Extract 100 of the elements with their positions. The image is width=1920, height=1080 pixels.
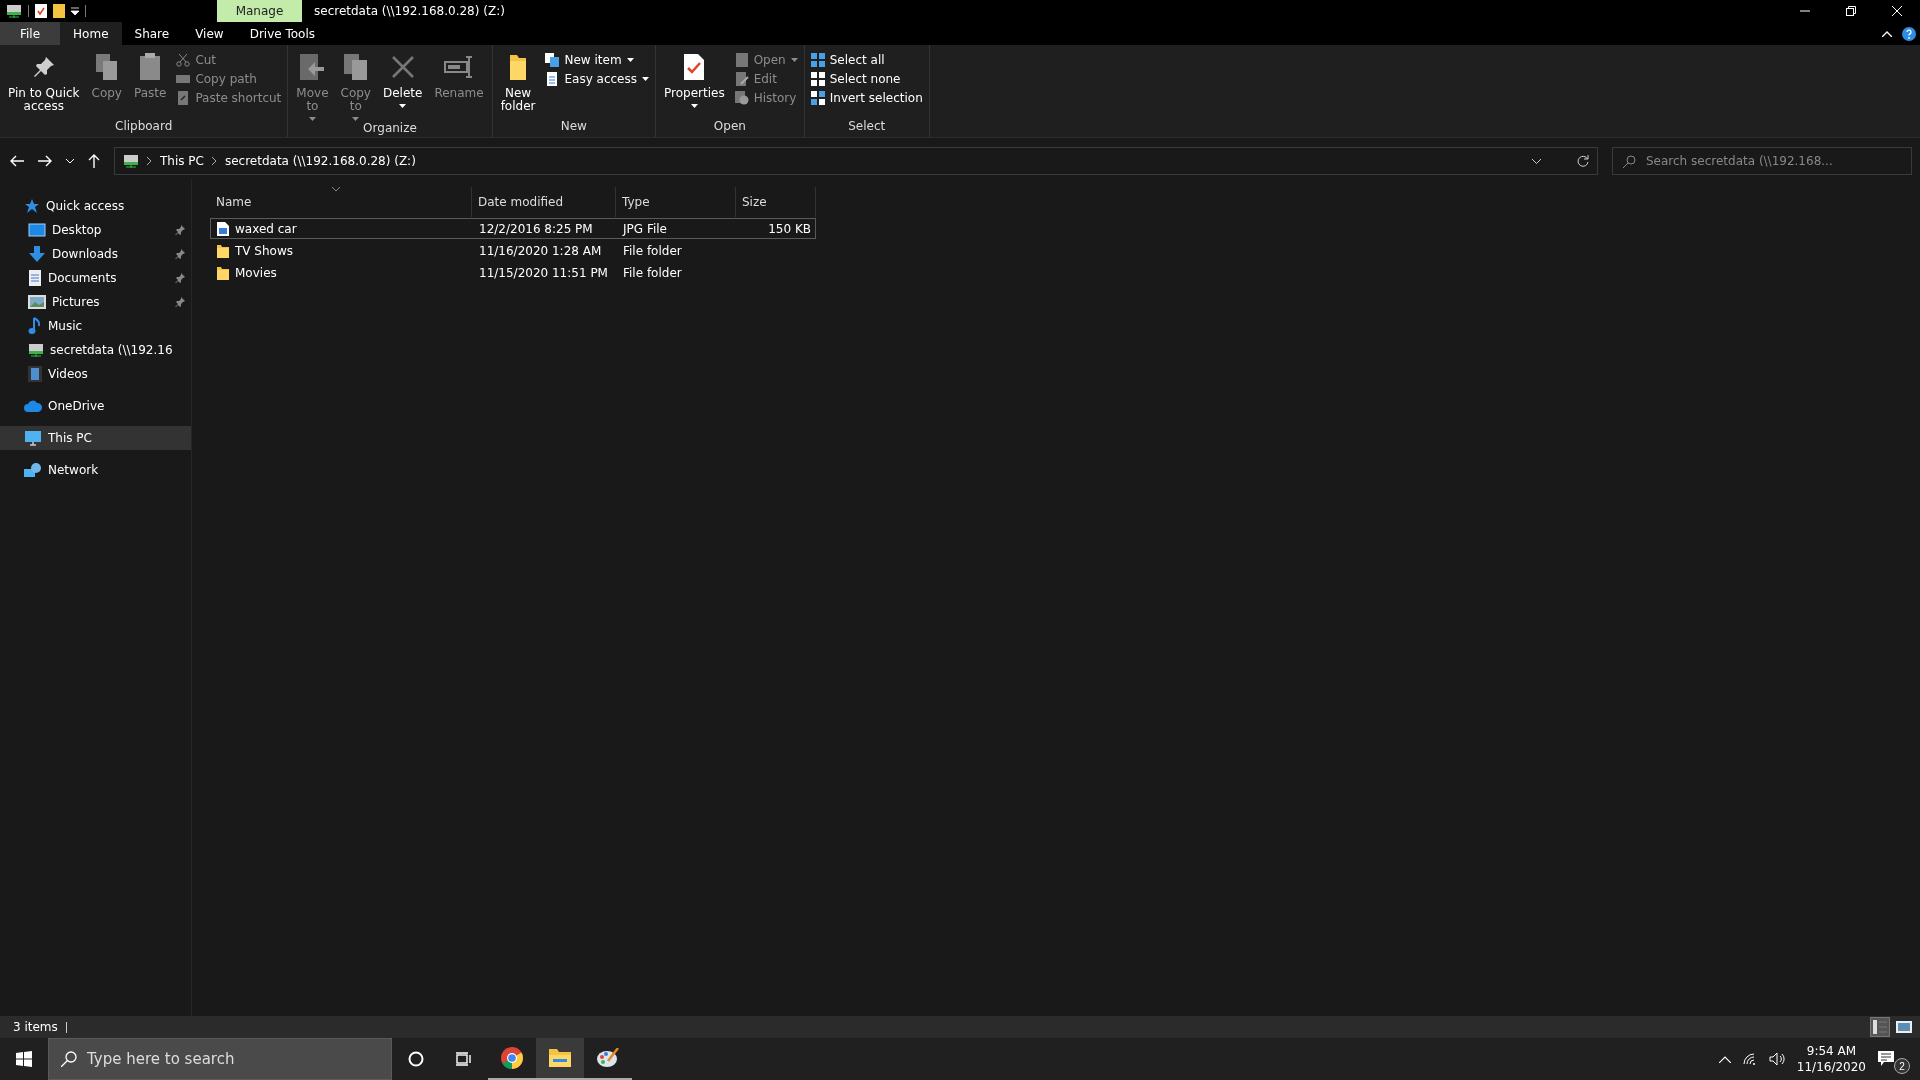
back-button[interactable] bbox=[10, 155, 24, 167]
folder-icon bbox=[217, 243, 229, 258]
ribbon-button[interactable]: Pin to Quick access bbox=[4, 49, 84, 119]
document-icon bbox=[28, 270, 42, 286]
recent-locations-button[interactable] bbox=[66, 158, 74, 164]
ribbon-button[interactable]: Select all bbox=[808, 52, 925, 68]
speaker-icon bbox=[1768, 1052, 1785, 1066]
ribbon-tab[interactable]: Home bbox=[60, 22, 122, 45]
ribbon-button[interactable]: Invert selection bbox=[808, 90, 925, 106]
large-icons-view-icon bbox=[1896, 1021, 1912, 1033]
caret-icon bbox=[626, 58, 634, 62]
notifications-button[interactable]: 2 bbox=[1878, 1044, 1912, 1074]
view-button[interactable] bbox=[1870, 1017, 1890, 1037]
navigation-item[interactable]: OneDrive bbox=[0, 394, 191, 418]
cloud-icon bbox=[24, 400, 42, 412]
chevron-down-icon bbox=[66, 158, 74, 164]
folder-icon bbox=[53, 4, 65, 18]
navigation-item[interactable]: Downloads bbox=[0, 242, 191, 266]
clock[interactable]: 9:54 AM 11/16/2020 bbox=[1796, 1042, 1866, 1076]
ribbon-button[interactable]: Easy access bbox=[543, 71, 651, 87]
move-icon bbox=[299, 53, 326, 81]
file-row[interactable]: TV Shows 11/16/2020 1:28 AM File folder bbox=[210, 240, 816, 261]
search-icon bbox=[61, 1051, 77, 1067]
file-row[interactable]: Movies 11/15/2020 11:51 PM File folder bbox=[210, 262, 816, 283]
new-item-icon bbox=[545, 53, 560, 67]
edit-icon bbox=[734, 72, 749, 86]
grid-icon bbox=[810, 91, 825, 105]
wifi-icon bbox=[1742, 1053, 1757, 1065]
navigation-item[interactable]: Quick access bbox=[0, 194, 191, 218]
folder-icon bbox=[508, 53, 529, 81]
back-icon bbox=[10, 155, 24, 167]
group-label: Organize bbox=[362, 121, 418, 137]
pin-icon bbox=[175, 297, 185, 307]
taskbar-search-field[interactable]: Type here to search bbox=[48, 1038, 392, 1080]
ribbon-tab[interactable]: Share bbox=[121, 22, 183, 45]
date-cell-text: 12/2/2016 8:25 PM bbox=[478, 221, 594, 236]
close-icon bbox=[1892, 6, 1902, 16]
file-name: waxed car bbox=[235, 221, 297, 236]
circle-icon bbox=[408, 1051, 424, 1067]
shortcut-icon bbox=[176, 91, 191, 105]
grid-icon bbox=[810, 72, 825, 86]
search-icon bbox=[1623, 154, 1636, 168]
context-tab-label: Manage bbox=[217, 0, 302, 22]
image-file-icon bbox=[217, 221, 229, 236]
navigation-item[interactable]: Network bbox=[0, 458, 191, 482]
music-note-icon bbox=[28, 317, 42, 335]
taskbar-app-button[interactable] bbox=[536, 1038, 584, 1080]
refresh-icon bbox=[1577, 155, 1589, 167]
type-cell-text: File folder bbox=[622, 265, 683, 280]
sort-icon bbox=[332, 187, 340, 192]
navigation-item[interactable]: Documents bbox=[0, 266, 191, 290]
ribbon-button[interactable]: Properties bbox=[660, 49, 729, 119]
type-cell-text: File folder bbox=[622, 243, 683, 258]
breadcrumb[interactable]: This PC bbox=[160, 154, 204, 168]
breadcrumb[interactable]: secretdata (\\192.168.0.28) (Z:) bbox=[224, 154, 416, 168]
navigation-item[interactable]: Desktop bbox=[0, 218, 191, 242]
pin-icon bbox=[175, 249, 185, 259]
column-header[interactable]: Type bbox=[616, 187, 736, 217]
navigation-item[interactable]: Pictures bbox=[0, 290, 191, 314]
address-bar[interactable]: This PC secretdata (\\192.168.0.28) (Z:) bbox=[114, 147, 1598, 175]
navigation-item[interactable]: This PC bbox=[0, 426, 191, 450]
clipboard-icon bbox=[139, 53, 162, 81]
picture-icon bbox=[28, 295, 46, 309]
navigation-item[interactable]: Videos bbox=[0, 362, 191, 386]
caret-icon bbox=[352, 117, 360, 122]
ribbon-tab[interactable]: Drive Tools bbox=[236, 22, 329, 45]
ribbon-tab[interactable]: File bbox=[0, 22, 61, 45]
navigation-item[interactable]: Music bbox=[0, 314, 191, 338]
size-cell-text: 150 KB bbox=[767, 221, 812, 236]
window-title: secretdata (\\192.168.0.28) (Z:) bbox=[313, 3, 505, 20]
file-name: Movies bbox=[235, 265, 277, 280]
message-icon bbox=[1878, 1051, 1894, 1067]
copy-icon bbox=[94, 53, 119, 81]
ribbon-button[interactable]: New item bbox=[543, 52, 651, 68]
pin-icon bbox=[175, 225, 185, 235]
file-row[interactable]: waxed car 12/2/2016 8:25 PM JPG File 150 KB bbox=[210, 218, 816, 239]
ribbon-button[interactable]: Delete bbox=[378, 49, 427, 122]
film-icon bbox=[28, 366, 42, 382]
collapse-icon bbox=[1882, 30, 1892, 37]
column-header[interactable]: Name bbox=[210, 187, 472, 217]
search-field[interactable]: Search secretdata (\\192.168... bbox=[1612, 147, 1912, 175]
network-drive-icon bbox=[123, 154, 139, 168]
properties-icon bbox=[35, 4, 47, 18]
network-icon bbox=[24, 462, 42, 478]
scissors-icon bbox=[176, 53, 191, 67]
history-icon bbox=[734, 91, 749, 105]
forward-button[interactable] bbox=[38, 155, 52, 167]
column-header[interactable]: Size bbox=[736, 187, 816, 217]
windows-logo-icon bbox=[16, 1051, 32, 1067]
file-name: TV Shows bbox=[235, 243, 293, 258]
ribbon-tab[interactable]: View bbox=[182, 22, 237, 45]
up-button[interactable] bbox=[88, 154, 100, 168]
details-view-icon bbox=[1873, 1020, 1887, 1034]
navigation-item[interactable]: secretdata (\\192.16 bbox=[0, 338, 191, 362]
computer-icon bbox=[24, 430, 42, 446]
palette-icon bbox=[597, 1048, 619, 1068]
ribbon-button[interactable]: New folder bbox=[496, 49, 540, 119]
chevron-icon bbox=[211, 157, 217, 165]
ribbon-button[interactable]: Select none bbox=[808, 71, 925, 87]
column-header[interactable]: Date modified bbox=[472, 187, 616, 217]
